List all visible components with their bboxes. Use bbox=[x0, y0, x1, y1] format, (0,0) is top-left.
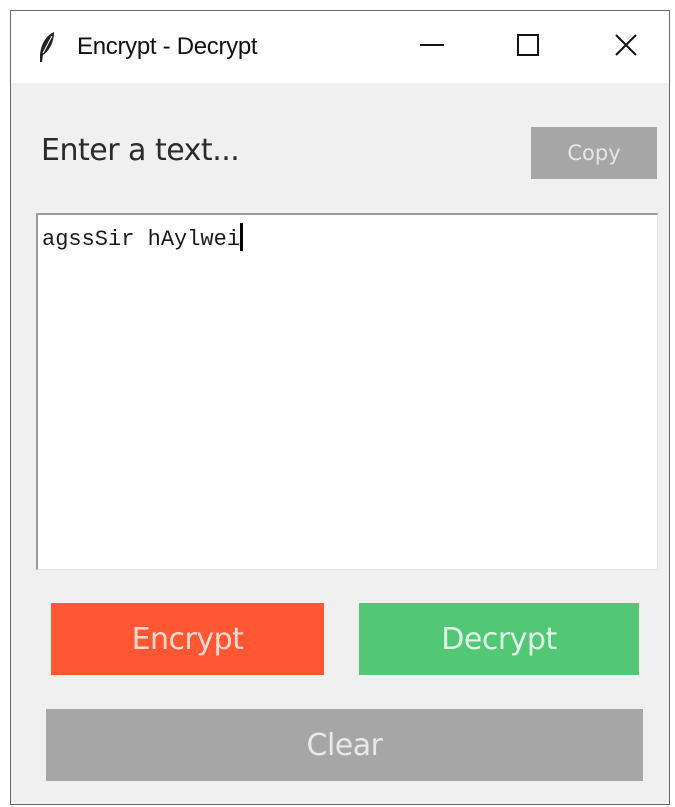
copy-button[interactable]: Copy bbox=[531, 127, 657, 179]
feather-icon bbox=[37, 31, 57, 63]
title-bar[interactable]: Encrypt - Decrypt bbox=[11, 11, 669, 83]
text-input-area[interactable]: agssSir hAylwei bbox=[36, 213, 658, 570]
window-title: Encrypt - Decrypt bbox=[77, 33, 258, 60]
close-button[interactable] bbox=[581, 11, 671, 83]
maximize-icon bbox=[516, 33, 540, 61]
text-caret bbox=[240, 223, 244, 251]
close-icon bbox=[614, 33, 638, 61]
minimize-button[interactable] bbox=[387, 11, 477, 83]
app-window: Encrypt - Decrypt Enter a text... Copy a… bbox=[10, 10, 670, 805]
decrypt-button[interactable]: Decrypt bbox=[359, 603, 639, 675]
clear-button[interactable]: Clear bbox=[46, 709, 643, 781]
encrypt-button[interactable]: Encrypt bbox=[51, 603, 324, 675]
maximize-button[interactable] bbox=[483, 11, 573, 83]
text-value: agssSir hAylwei bbox=[42, 227, 241, 252]
minimize-icon bbox=[419, 32, 445, 62]
prompt-label: Enter a text... bbox=[41, 133, 240, 168]
